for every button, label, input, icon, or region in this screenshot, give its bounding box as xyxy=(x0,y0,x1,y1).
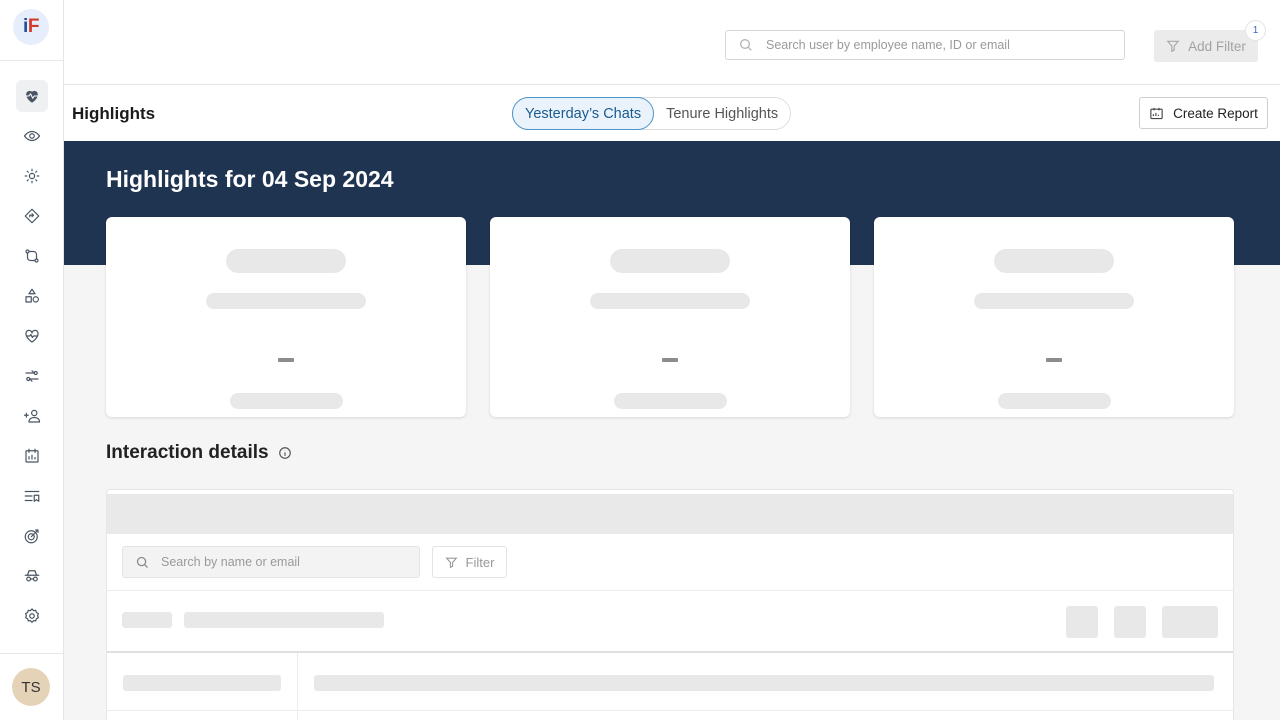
skeleton-placeholder xyxy=(206,293,366,309)
add-filter-label: Add Filter xyxy=(1188,38,1246,54)
table-header-divider xyxy=(107,651,1233,653)
search-icon xyxy=(123,555,161,570)
employee-search-box[interactable] xyxy=(725,30,1125,60)
skeleton-placeholder xyxy=(230,393,343,409)
card-empty-value xyxy=(662,358,678,362)
skeleton-placeholder xyxy=(614,393,727,409)
incognito-icon xyxy=(24,570,39,582)
top-header: Add Filter 1 xyxy=(64,0,1280,85)
info-icon[interactable] xyxy=(278,446,292,460)
highlight-card xyxy=(490,217,850,417)
skeleton-placeholder xyxy=(123,675,281,691)
interaction-search-input[interactable] xyxy=(161,555,411,569)
sidebar-divider-bottom xyxy=(0,653,63,654)
sidebar-item-actions[interactable] xyxy=(0,356,63,396)
row-divider xyxy=(107,710,1233,711)
sidebar-divider xyxy=(0,60,63,61)
eye-icon xyxy=(23,130,40,142)
banner-title: Highlights for 04 Sep 2024 xyxy=(106,166,394,192)
sidebar-item-settings[interactable] xyxy=(0,596,63,636)
create-report-button[interactable]: Create Report xyxy=(1139,97,1268,129)
interaction-filter-button[interactable]: Filter xyxy=(432,546,507,578)
sidebar-item-anonymous[interactable] xyxy=(0,556,63,596)
highlight-card xyxy=(106,217,466,417)
employee-search-input[interactable] xyxy=(766,38,1106,52)
sidebar-item-surveys[interactable] xyxy=(0,476,63,516)
filter-count-badge: 1 xyxy=(1245,20,1266,41)
row-divider xyxy=(107,590,1233,591)
exchange-icon xyxy=(24,370,39,382)
skeleton-placeholder xyxy=(122,612,172,628)
skeleton-placeholder xyxy=(998,393,1111,409)
heart-icon xyxy=(24,90,39,103)
tab-yesterdays-chats[interactable]: Yesterday’s Chats xyxy=(512,97,655,130)
logo-letter-f: F xyxy=(27,16,40,37)
report-icon xyxy=(24,448,39,463)
sun-icon xyxy=(24,168,39,184)
search-icon xyxy=(726,37,766,53)
skeleton-placeholder xyxy=(1114,606,1146,638)
filter-icon xyxy=(1166,40,1180,53)
sidebar-item-wellbeing[interactable] xyxy=(0,316,63,356)
create-report-label: Create Report xyxy=(1173,105,1258,121)
sidebar-item-journeys[interactable] xyxy=(0,236,63,276)
app-logo[interactable]: iF xyxy=(13,9,49,45)
target-icon xyxy=(24,529,39,544)
add-user-icon xyxy=(23,409,40,423)
sidebar-item-goals[interactable] xyxy=(0,516,63,556)
skeleton-placeholder xyxy=(1066,606,1098,638)
card-empty-value xyxy=(1046,358,1062,362)
highlight-card xyxy=(874,217,1234,417)
skeleton-placeholder xyxy=(1162,606,1218,638)
highlight-tabs: Yesterday’s Chats Tenure Highlights xyxy=(512,97,792,130)
skeleton-placeholder xyxy=(314,675,1214,691)
page-title: Highlights xyxy=(72,104,156,123)
interaction-details-panel: Filter xyxy=(106,489,1234,720)
queue-icon xyxy=(24,490,39,502)
card-empty-value xyxy=(278,358,294,362)
sidebar-item-highlights[interactable] xyxy=(0,76,63,116)
filter-label: Filter xyxy=(465,554,495,570)
sidebar-item-directions[interactable] xyxy=(0,196,63,236)
skeleton-placeholder xyxy=(974,293,1134,309)
interaction-details-heading: Interaction details xyxy=(106,442,292,464)
filter-icon xyxy=(444,557,458,568)
shapes-icon xyxy=(24,288,39,303)
interaction-search-box[interactable] xyxy=(122,546,420,578)
route-icon xyxy=(24,249,39,263)
sidebar-item-segments[interactable] xyxy=(0,276,63,316)
skeleton-placeholder xyxy=(610,249,730,273)
gear-icon xyxy=(24,608,39,623)
page-subheader: Highlights Yesterday’s Chats Tenure High… xyxy=(64,85,1280,141)
sidebar-item-reports[interactable] xyxy=(0,436,63,476)
tab-tenure-highlights[interactable]: Tenure Highlights xyxy=(654,97,790,130)
skeleton-placeholder xyxy=(994,249,1114,273)
sidebar-item-insights[interactable] xyxy=(0,116,63,156)
sidebar-nav xyxy=(0,76,63,636)
skeleton-placeholder xyxy=(590,293,750,309)
sidebar-item-onboarding[interactable] xyxy=(0,396,63,436)
sidebar: iF TS xyxy=(0,0,64,720)
add-filter-button[interactable]: Add Filter xyxy=(1154,30,1258,62)
diamond-icon xyxy=(24,208,39,224)
user-avatar[interactable]: TS xyxy=(12,668,50,706)
skeleton-placeholder xyxy=(184,612,384,628)
panel-header-skeleton xyxy=(107,494,1233,534)
calendar-report-icon xyxy=(1150,107,1163,119)
interaction-details-title: Interaction details xyxy=(106,442,269,463)
sidebar-item-mood[interactable] xyxy=(0,156,63,196)
skeleton-placeholder xyxy=(226,249,346,273)
heartbeat-icon xyxy=(24,329,39,343)
